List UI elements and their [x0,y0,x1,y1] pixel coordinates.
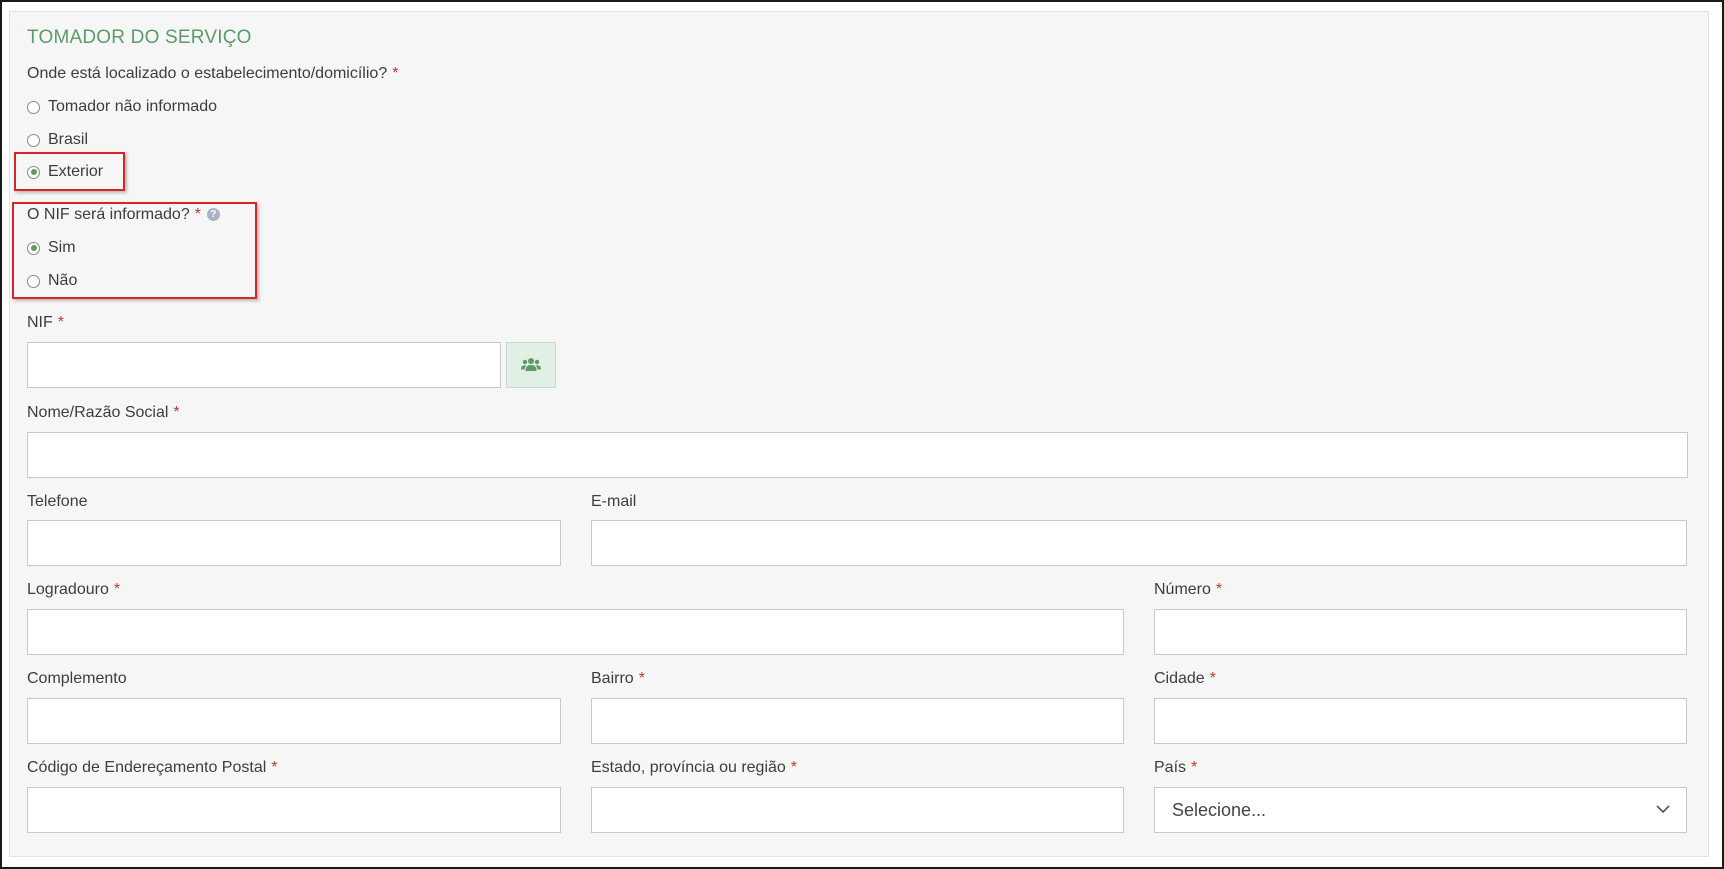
radio-button[interactable] [27,133,40,147]
highlight-box-nif [12,202,257,299]
required-mark: * [790,759,798,776]
complemento-input[interactable] [27,698,561,744]
email-input[interactable] [591,520,1687,566]
radio-brasil[interactable]: Brasil [27,129,88,151]
required-mark: * [57,314,65,331]
telefone-label: Telefone [27,493,88,510]
required-mark: * [392,65,399,82]
numero-label: Número * [1154,581,1223,598]
cidade-label: Cidade * [1154,670,1216,687]
pais-select[interactable]: Selecione... [1154,787,1687,833]
required-mark: * [113,581,121,598]
search-taker-button[interactable] [506,342,556,388]
highlight-box-exterior [14,152,125,191]
users-icon [521,358,541,371]
required-mark: * [1209,670,1216,687]
cep-label: Código de Endereçamento Postal * [27,759,278,776]
chevron-down-icon [1656,805,1670,814]
complemento-label: Complemento [27,670,127,687]
radio-tomador-nao-informado[interactable]: Tomador não informado [27,96,217,118]
cep-input[interactable] [27,787,561,833]
location-question-label: Onde está localizado o estabelecimento/d… [27,65,399,82]
bairro-input[interactable] [591,698,1124,744]
email-label: E-mail [591,493,637,510]
estado-input[interactable] [591,787,1124,833]
logradouro-input[interactable] [27,609,1124,655]
required-mark: * [271,759,278,776]
cidade-input[interactable] [1154,698,1687,744]
required-mark: * [638,670,645,687]
required-mark: * [173,404,180,421]
pais-selected-value: Selecione... [1172,799,1267,820]
section-title: TOMADOR DO SERVIÇO [27,27,252,48]
nome-label: Nome/Razão Social * [27,404,180,421]
telefone-input[interactable] [27,520,561,566]
pais-label: País * [1154,759,1198,776]
required-mark: * [1215,581,1223,598]
logradouro-label: Logradouro * [27,581,121,598]
nif-label: NIF * [27,314,65,331]
bairro-label: Bairro * [591,670,645,687]
radio-button[interactable] [27,100,40,114]
required-mark: * [1191,759,1198,776]
nome-razao-social-input[interactable] [27,432,1688,478]
numero-input[interactable] [1154,609,1687,655]
nif-input[interactable] [27,342,501,388]
estado-label: Estado, província ou região * [591,759,798,776]
